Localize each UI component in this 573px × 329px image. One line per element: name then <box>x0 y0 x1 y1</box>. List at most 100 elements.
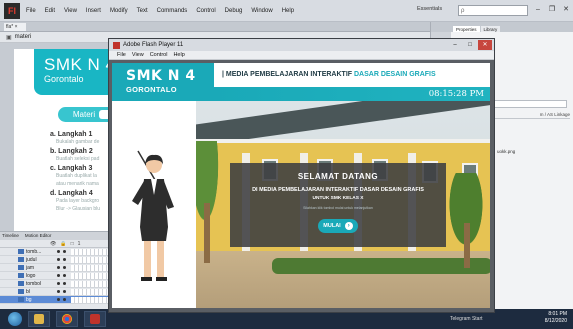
tab-motion-editor[interactable]: Motion Editor <box>25 232 52 240</box>
help-search-input[interactable]: ρ <box>458 5 528 16</box>
ide-menu-item[interactable]: Text <box>137 8 148 14</box>
flash-icon <box>90 314 100 324</box>
player-window-title: Adobe Flash Player 11 <box>123 42 184 48</box>
visibility-dot[interactable] <box>57 274 60 277</box>
welcome-line2: UNTUK SMK KELAS X <box>312 196 364 201</box>
folder-icon <box>34 314 44 324</box>
scene-label[interactable]: materi <box>15 34 32 40</box>
ide-menu-item[interactable]: Commands <box>157 8 188 14</box>
school-logo: SMK N 4 GORONTALO <box>112 63 214 101</box>
left-panel <box>112 101 196 308</box>
flash-player-window: Adobe Flash Player 11 – □ ✕ File View Cont… <box>108 38 495 313</box>
player-menu-item[interactable]: Control <box>150 52 168 58</box>
layer-icon <box>18 273 24 278</box>
ide-window-controls: – ❐ ✕ <box>533 4 571 15</box>
ide-menu-item[interactable]: Insert <box>86 8 101 14</box>
ide-menu-item[interactable]: Window <box>251 8 272 14</box>
ide-menu-item[interactable]: Modify <box>110 8 128 14</box>
visibility-dot[interactable] <box>57 250 60 253</box>
lock-dot[interactable] <box>63 282 66 285</box>
lock-dot[interactable] <box>63 290 66 293</box>
visibility-dot[interactable] <box>57 282 60 285</box>
player-window-controls: – □ ✕ <box>448 40 492 50</box>
frame-strip[interactable] <box>71 256 110 263</box>
visibility-dot[interactable] <box>57 258 60 261</box>
lock-dot[interactable] <box>63 250 66 253</box>
taskbar-app-flash[interactable] <box>84 311 106 327</box>
ide-menu-item[interactable]: View <box>64 8 77 14</box>
lock-dot[interactable] <box>63 266 66 269</box>
eye-icon[interactable]: 👁 <box>50 241 56 247</box>
movie-stage: SMK N 4 GORONTALO | MEDIA PEMBELAJARAN I… <box>112 63 490 308</box>
minimize-icon[interactable]: – <box>448 40 462 50</box>
ide-menu-item[interactable]: Control <box>196 8 215 14</box>
lock-dot[interactable] <box>63 258 66 261</box>
tray-time: 8:01 PM <box>548 311 567 317</box>
maximize-icon[interactable]: ❐ <box>547 4 557 15</box>
frame-strip[interactable] <box>71 280 110 287</box>
app-title-main: | MEDIA PEMBELAJARAN INTERAKTIF <box>222 71 354 78</box>
layer-row[interactable]: judul <box>0 256 110 264</box>
layer-name: tomb... <box>26 248 42 255</box>
frame-strip[interactable] <box>71 288 110 295</box>
close-icon[interactable]: ✕ <box>561 4 571 15</box>
workspace-switcher[interactable]: Essentials <box>417 6 442 12</box>
maximize-icon[interactable]: □ <box>463 40 477 50</box>
player-menu-item[interactable]: View <box>132 52 144 58</box>
app-title-highlight: DASAR DESAIN GRAFIS <box>353 71 436 78</box>
scene-icon: ▣ <box>6 34 12 41</box>
layer-row[interactable]: bl <box>0 288 110 296</box>
ide-menu-item[interactable]: File <box>26 8 36 14</box>
frame-strip[interactable] <box>71 296 110 303</box>
player-menu-item[interactable]: Help <box>173 52 184 58</box>
welcome-panel: SELAMAT DATANG DI MEDIA PEMBELAJARAN INT… <box>230 163 446 247</box>
layer-icon <box>18 281 24 286</box>
frame-strip[interactable] <box>71 272 110 279</box>
tray-notice: Telegram Start <box>450 316 483 322</box>
player-titlebar: Adobe Flash Player 11 – □ ✕ <box>109 39 494 51</box>
library-item[interactable]: uokk.png <box>497 149 515 154</box>
frame-number: 1 <box>77 240 81 247</box>
minimize-icon[interactable]: – <box>533 4 543 15</box>
ide-menu-item[interactable]: Help <box>282 8 294 14</box>
layer-row[interactable]: tomb... <box>0 248 110 256</box>
mulai-button[interactable]: MULAI › <box>318 219 358 233</box>
system-tray: 8:01 PM 8/12/2020 <box>545 311 567 325</box>
player-menu-item[interactable]: File <box>117 52 126 58</box>
close-icon[interactable]: ✕ <box>478 40 492 50</box>
layer-row[interactable]: bg <box>0 296 110 304</box>
teacher-illustration <box>132 150 174 281</box>
mulai-button-label: MULAI <box>323 223 341 229</box>
visibility-dot[interactable] <box>57 266 60 269</box>
materi-button-label: Materi <box>72 110 96 119</box>
arrow-right-icon: › <box>344 222 353 230</box>
layer-name: logo <box>26 272 36 279</box>
outline-icon[interactable]: □ <box>71 241 74 247</box>
layer-name: bl <box>26 288 30 295</box>
taskbar-app-explorer[interactable] <box>28 311 50 327</box>
layer-name: judul <box>26 256 37 263</box>
welcome-title: SELAMAT DATANG <box>297 172 379 181</box>
ide-menu-item[interactable]: Debug <box>225 8 243 14</box>
tab-timeline[interactable]: Timeline <box>2 232 19 240</box>
lock-icon[interactable]: 🔒 <box>60 241 66 247</box>
layer-row[interactable]: logo <box>0 272 110 280</box>
visibility-dot[interactable] <box>57 298 60 301</box>
document-tab[interactable]: fla* × <box>4 23 26 31</box>
ide-menu-item[interactable]: Edit <box>45 8 55 14</box>
layer-icon <box>18 249 24 254</box>
visibility-dot[interactable] <box>57 290 60 293</box>
welcome-note: Silahkan klik tombol mulai untuk melanju… <box>303 206 373 210</box>
clock-bar: 08:15:28 PM <box>214 87 490 101</box>
layer-row[interactable]: tombol <box>0 280 110 288</box>
tree-trunk <box>204 203 210 263</box>
frame-strip[interactable] <box>71 264 110 271</box>
flash-logo-icon: Fl <box>4 2 20 19</box>
taskbar-app-chrome[interactable] <box>56 311 78 327</box>
layer-row[interactable]: jam <box>0 264 110 272</box>
frame-strip[interactable] <box>71 248 110 255</box>
start-button[interactable] <box>8 312 22 326</box>
app-title: | MEDIA PEMBELAJARAN INTERAKTIF DASAR DE… <box>222 71 436 78</box>
lock-dot[interactable] <box>63 274 66 277</box>
lock-dot[interactable] <box>63 298 66 301</box>
